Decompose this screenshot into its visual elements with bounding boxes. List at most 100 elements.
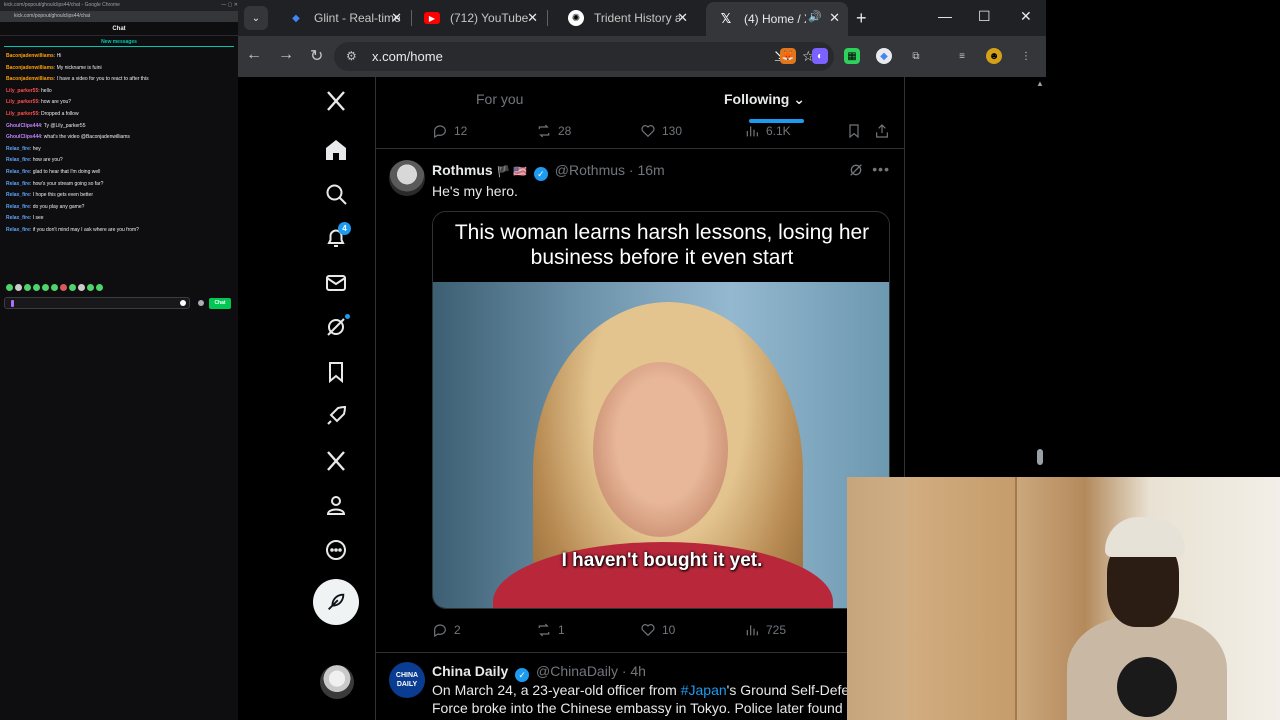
chat-username[interactable]: Relax_fire	[6, 146, 30, 152]
nav-jobs[interactable]	[312, 396, 360, 436]
chat-input[interactable]	[4, 297, 190, 309]
site-info-icon[interactable]: ⚙	[346, 49, 357, 63]
views-button[interactable]: 725	[744, 622, 786, 638]
nav-profile[interactable]	[312, 485, 360, 525]
speaker-icon[interactable]: 🔊	[808, 10, 822, 23]
reload-button[interactable]: ↻	[310, 46, 323, 66]
emote[interactable]	[96, 284, 103, 291]
post-time[interactable]: · 4h	[622, 663, 646, 679]
emote[interactable]	[78, 284, 85, 291]
nav-bookmarks[interactable]	[312, 352, 360, 392]
browser-tab-chatgpt[interactable]: ✺ Trident History an ✕	[556, 4, 696, 32]
extension-icon[interactable]: ◆	[876, 48, 892, 64]
scrollbar-thumb[interactable]	[1037, 449, 1043, 465]
repost-button[interactable]: 28	[536, 123, 571, 139]
profile-avatar[interactable]: ☻	[986, 48, 1002, 64]
video-frame[interactable]: I haven't bought it yet.	[433, 282, 889, 608]
post-video[interactable]: This woman learns harsh lessons, losing …	[432, 211, 890, 609]
post-time[interactable]: · 16m	[629, 162, 665, 178]
post-button[interactable]	[313, 579, 359, 625]
browser-tab-x-home[interactable]: 𝕏 (4) Home / X 🔊 ✕	[706, 2, 848, 36]
close-icon[interactable]: ✕	[677, 10, 688, 26]
nav-premium[interactable]	[312, 441, 360, 481]
tab-following[interactable]: Following ⌄	[724, 91, 805, 108]
emote[interactable]	[33, 284, 40, 291]
chat-username[interactable]: Baconjadenwilliams	[6, 53, 54, 59]
author-handle[interactable]: @ChinaDaily	[536, 663, 618, 679]
hashtag-link[interactable]: #Japan	[681, 682, 727, 698]
minimize-icon[interactable]: —	[938, 8, 952, 24]
scroll-up-icon[interactable]: ▲	[1036, 79, 1044, 88]
extension-icon[interactable]: ▦	[844, 48, 860, 64]
repost-button[interactable]: 1	[536, 622, 565, 638]
nav-messages[interactable]	[312, 263, 360, 303]
author-avatar[interactable]	[389, 160, 425, 196]
address-bar[interactable]: ⚙ x.com/home ⇲ ☆	[334, 42, 834, 71]
emoji-picker-icon[interactable]	[180, 300, 186, 306]
forward-button[interactable]: →	[278, 46, 294, 64]
x-logo-link[interactable]	[312, 81, 360, 121]
bookmark-button[interactable]	[846, 123, 868, 139]
menu-kebab-icon[interactable]: ⋮	[1018, 48, 1034, 64]
browser-tab-youtube[interactable]: ▶ (712) YouTube ✕	[412, 4, 546, 32]
views-button[interactable]: 6.1K	[744, 123, 791, 139]
back-button[interactable]: ←	[246, 46, 262, 64]
chat-username[interactable]: Relax_fire	[6, 192, 30, 198]
close-icon[interactable]: ✕	[527, 10, 538, 26]
chat-username[interactable]: Relax_fire	[6, 169, 30, 175]
chat-username[interactable]: Baconjadenwilliams	[6, 65, 54, 71]
nav-more[interactable]	[312, 530, 360, 570]
chat-username[interactable]: Relax_fire	[6, 204, 30, 210]
tab-media-icon[interactable]: ≡	[954, 48, 970, 64]
chat-username[interactable]: Relax_fire	[6, 215, 30, 221]
chat-username[interactable]: Lily_parker55	[6, 99, 38, 105]
emote[interactable]	[42, 284, 49, 291]
nav-home[interactable]	[312, 130, 360, 170]
like-button[interactable]: 10	[640, 622, 675, 638]
close-icon[interactable]: ✕	[391, 10, 402, 26]
maximize-icon[interactable]: ☐	[978, 8, 991, 25]
author-name[interactable]: Rothmus	[432, 162, 493, 178]
chat-username[interactable]: GhoulClips444	[6, 123, 41, 129]
emote[interactable]	[51, 284, 58, 291]
emote[interactable]	[87, 284, 94, 291]
author-avatar[interactable]: CHINA DAILY	[389, 662, 425, 698]
chat-username[interactable]: Baconjadenwilliams	[6, 76, 54, 82]
chat-settings-icon[interactable]	[198, 300, 204, 306]
reply-button[interactable]: 2	[432, 622, 461, 638]
chat-username[interactable]: Relax_fire	[6, 157, 30, 163]
author-handle[interactable]: @Rothmus	[555, 162, 625, 178]
tab-search-button[interactable]: ⌄	[244, 6, 268, 30]
nav-notifications[interactable]: 4	[312, 218, 360, 258]
chat-send-button[interactable]: Chat	[209, 297, 231, 309]
emote[interactable]	[69, 284, 76, 291]
new-tab-button[interactable]: +	[856, 8, 867, 29]
nav-explore[interactable]	[312, 174, 360, 214]
chat-username[interactable]: Relax_fire	[6, 181, 30, 187]
chat-username[interactable]: Relax_fire	[6, 227, 30, 233]
emote[interactable]	[60, 284, 67, 291]
chat-username[interactable]: Lily_parker55	[6, 88, 38, 94]
close-icon[interactable]: ✕	[829, 10, 840, 26]
grok-icon[interactable]	[848, 162, 864, 178]
emote-row[interactable]	[6, 284, 103, 291]
post-china-daily[interactable]: CHINA DAILY China Daily ✓ @ChinaDaily · …	[376, 653, 904, 720]
emote[interactable]	[6, 284, 13, 291]
tab-for-you[interactable]: For you	[476, 91, 523, 107]
extensions-puzzle-icon[interactable]: ⧉	[908, 48, 924, 64]
browser-tab-glint[interactable]: ◆ Glint - Real-time ✕	[276, 4, 410, 32]
author-name[interactable]: China Daily	[432, 663, 508, 679]
account-avatar[interactable]	[320, 665, 354, 699]
chat-username[interactable]: GhoulClips444	[6, 134, 41, 140]
more-options-icon[interactable]: •••	[872, 161, 890, 177]
emote[interactable]	[15, 284, 22, 291]
chat-username[interactable]: Lily_parker55	[6, 111, 38, 117]
reply-button[interactable]: 12	[432, 123, 467, 139]
extension-icon[interactable]: ◐	[812, 48, 828, 64]
share-button[interactable]	[874, 123, 896, 139]
like-button[interactable]: 130	[640, 123, 682, 139]
metamask-extension-icon[interactable]: 🦊	[780, 48, 796, 64]
chevron-down-icon[interactable]: ⌄	[793, 91, 805, 107]
close-window-icon[interactable]: ✕	[1020, 8, 1032, 25]
nav-grok[interactable]	[312, 307, 360, 347]
